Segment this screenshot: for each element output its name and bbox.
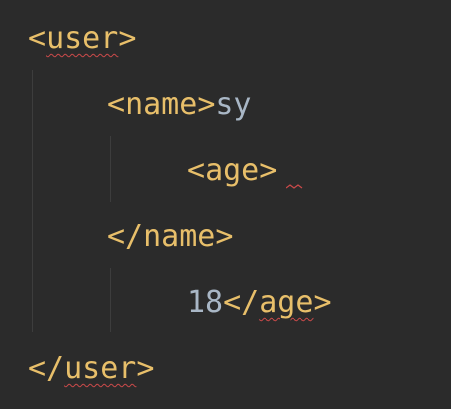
- code-line-2[interactable]: <name>sy: [107, 83, 252, 127]
- indent-guide: [110, 268, 111, 332]
- tag-open-bracket: </: [223, 285, 260, 320]
- tag-name-name: name: [143, 219, 216, 254]
- indent-guide: [110, 136, 111, 202]
- code-line-4[interactable]: </name>: [107, 215, 233, 259]
- tag-open-bracket: </: [28, 351, 65, 386]
- tag-close-bracket: >: [118, 21, 137, 56]
- indent-guide: [32, 70, 33, 332]
- tag-close-bracket: >: [197, 87, 216, 122]
- tag-name-age: age: [259, 285, 314, 320]
- tag-name-user: user: [64, 351, 137, 386]
- tag-name-user: user: [46, 21, 119, 56]
- tag-close-bracket: >: [215, 219, 234, 254]
- tag-open-bracket: <: [187, 153, 206, 188]
- tag-close-bracket: >: [136, 351, 155, 386]
- tag-open-bracket: </: [107, 219, 144, 254]
- text-content: sy: [215, 87, 252, 122]
- tag-open-bracket: <: [28, 21, 47, 56]
- code-line-6[interactable]: </user>: [28, 347, 154, 391]
- code-line-3[interactable]: <age>: [187, 149, 277, 193]
- code-line-1[interactable]: <user>: [28, 17, 136, 61]
- tag-close-bracket: >: [313, 285, 332, 320]
- tag-name-age: age: [205, 153, 260, 188]
- tag-name-name: name: [125, 87, 198, 122]
- code-line-5[interactable]: 18</age>: [187, 281, 332, 325]
- text-content: 18: [187, 285, 224, 320]
- tag-close-bracket: >: [259, 153, 278, 188]
- error-squiggle-icon: [286, 184, 303, 189]
- code-editor[interactable]: <user> <name>sy <age> </name> 18</age> <…: [0, 0, 451, 409]
- tag-open-bracket: <: [107, 87, 126, 122]
